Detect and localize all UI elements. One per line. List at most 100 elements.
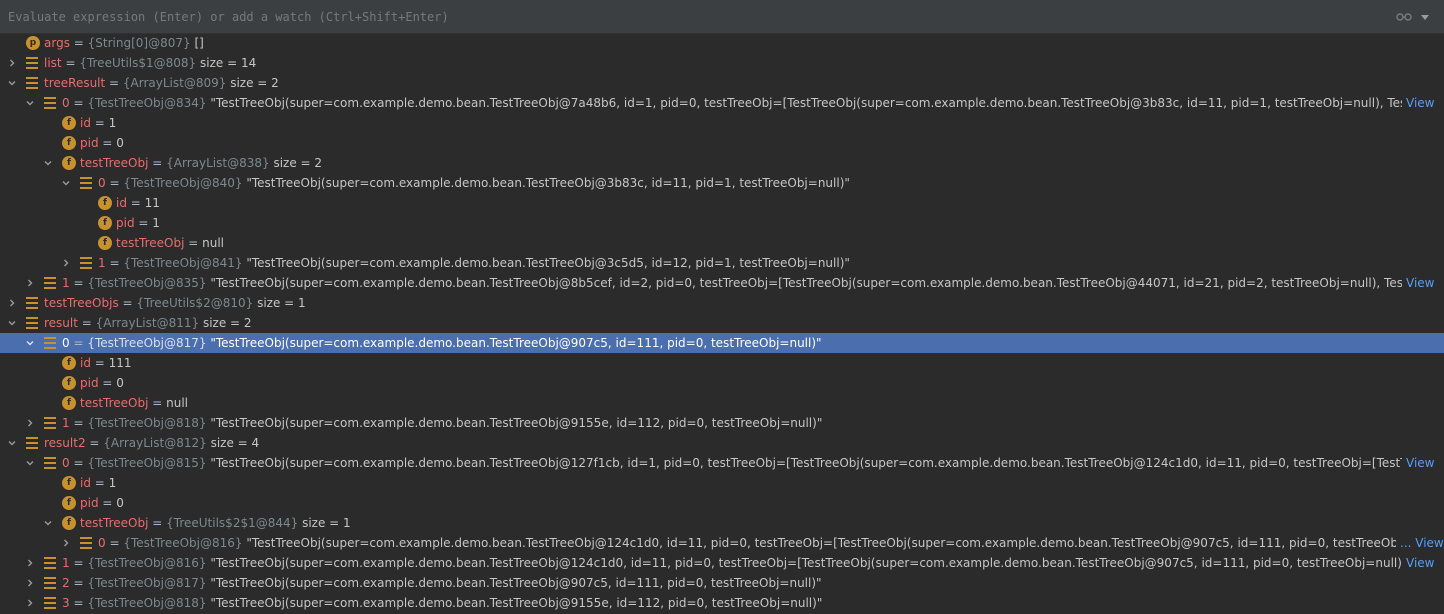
variable-value: 11 bbox=[144, 196, 160, 210]
view-link[interactable]: ... View bbox=[1396, 533, 1444, 553]
variable-row[interactable]: 2 = {TestTreeObj@817} "TestTreeObj(super… bbox=[0, 573, 1444, 593]
chevron-down-icon[interactable] bbox=[23, 333, 37, 353]
variable-text: pid = 1 bbox=[116, 216, 160, 230]
variable-row[interactable]: 1 = {TestTreeObj@841} "TestTreeObj(super… bbox=[0, 253, 1444, 273]
variable-name: pid bbox=[80, 376, 99, 390]
variable-name: args bbox=[44, 36, 70, 50]
variable-value: "TestTreeObj(super=com.example.demo.bean… bbox=[210, 276, 1444, 290]
variable-value: null bbox=[166, 396, 189, 410]
variable-row[interactable]: f testTreeObj = null bbox=[0, 393, 1444, 413]
variable-value: size = 4 bbox=[210, 436, 260, 450]
variable-value: 1 bbox=[152, 216, 160, 230]
variable-name: treeResult bbox=[44, 76, 106, 90]
object-reference: {TestTreeObj@818} bbox=[87, 416, 207, 430]
field-icon: f bbox=[62, 116, 76, 130]
variable-row[interactable]: f testTreeObj = null bbox=[0, 233, 1444, 253]
variable-row[interactable]: 0 = {TestTreeObj@817} "TestTreeObj(super… bbox=[0, 333, 1444, 353]
chevron-down-icon[interactable] bbox=[5, 313, 19, 333]
chevron-right-icon[interactable] bbox=[59, 253, 73, 273]
variable-text: list = {TreeUtils$1@808} size = 14 bbox=[44, 56, 257, 70]
variable-row[interactable]: f id = 1 bbox=[0, 113, 1444, 133]
variable-value: size = 1 bbox=[302, 516, 351, 530]
chevron-right-icon[interactable] bbox=[23, 553, 37, 573]
variable-row[interactable]: 1 = {TestTreeObj@818} "TestTreeObj(super… bbox=[0, 413, 1444, 433]
object-reference: {ArrayList@812} bbox=[103, 436, 207, 450]
variable-text: 3 = {TestTreeObj@818} "TestTreeObj(super… bbox=[62, 596, 823, 610]
variable-text: 0 = {TestTreeObj@834} "TestTreeObj(super… bbox=[62, 93, 1444, 113]
variable-row[interactable]: f pid = 0 bbox=[0, 493, 1444, 513]
parameter-icon: p bbox=[26, 36, 40, 50]
variable-name: 3 bbox=[62, 596, 70, 610]
view-link[interactable]: View bbox=[1402, 93, 1444, 113]
variable-row[interactable]: 0 = {TestTreeObj@840} "TestTreeObj(super… bbox=[0, 173, 1444, 193]
variable-name: list bbox=[44, 56, 62, 70]
object-reference: {TestTreeObj@835} bbox=[87, 276, 207, 290]
variable-name: testTreeObj bbox=[116, 236, 185, 250]
variable-row[interactable]: 0 = {TestTreeObj@816} "TestTreeObj(super… bbox=[0, 533, 1444, 553]
field-icon: f bbox=[98, 196, 112, 210]
variable-row[interactable]: treeResult = {ArrayList@809} size = 2 bbox=[0, 73, 1444, 93]
chevron-right-icon[interactable] bbox=[5, 293, 19, 313]
glasses-icon[interactable] bbox=[1396, 11, 1412, 25]
variable-text: id = 11 bbox=[116, 196, 160, 210]
variable-row[interactable]: result = {ArrayList@811} size = 2 bbox=[0, 313, 1444, 333]
variable-row[interactable]: f pid = 0 bbox=[0, 133, 1444, 153]
object-reference: {TestTreeObj@816} bbox=[123, 536, 243, 550]
chevron-down-icon[interactable] bbox=[5, 433, 19, 453]
list-icon bbox=[80, 257, 92, 269]
variable-text: 2 = {TestTreeObj@817} "TestTreeObj(super… bbox=[62, 576, 822, 590]
chevron-down-icon[interactable] bbox=[59, 173, 73, 193]
variable-row[interactable]: p args = {String[0]@807} [] bbox=[0, 33, 1444, 53]
variable-row[interactable]: 0 = {TestTreeObj@815} "TestTreeObj(super… bbox=[0, 453, 1444, 473]
variable-name: testTreeObj bbox=[80, 516, 149, 530]
view-link[interactable]: View bbox=[1402, 453, 1444, 473]
object-reference: {TreeUtils$1@808} bbox=[79, 56, 197, 70]
chevron-right-icon[interactable] bbox=[5, 53, 19, 73]
expression-input[interactable] bbox=[0, 4, 1438, 30]
chevron-down-icon[interactable] bbox=[5, 73, 19, 93]
chevron-right-icon[interactable] bbox=[23, 593, 37, 613]
variable-name: 0 bbox=[62, 336, 70, 350]
variable-row[interactable]: f pid = 0 bbox=[0, 373, 1444, 393]
variable-value: 0 bbox=[116, 136, 124, 150]
chevron-right-icon[interactable] bbox=[23, 573, 37, 593]
list-icon bbox=[44, 557, 56, 569]
variables-tree: p args = {String[0]@807} [] list = {TreeUt… bbox=[0, 33, 1444, 613]
chevron-right-icon[interactable] bbox=[23, 413, 37, 433]
variable-name: 1 bbox=[62, 556, 70, 570]
variable-row[interactable]: f pid = 1 bbox=[0, 213, 1444, 233]
variable-row[interactable]: list = {TreeUtils$1@808} size = 14 bbox=[0, 53, 1444, 73]
variable-value: 111 bbox=[108, 356, 132, 370]
list-icon bbox=[44, 97, 56, 109]
variable-row[interactable]: f testTreeObj = {ArrayList@838} size = 2 bbox=[0, 153, 1444, 173]
variable-row[interactable]: f id = 11 bbox=[0, 193, 1444, 213]
field-icon: f bbox=[62, 376, 76, 390]
variable-value: 0 bbox=[116, 496, 124, 510]
variable-row[interactable]: f id = 1 bbox=[0, 473, 1444, 493]
variable-name: testTreeObj bbox=[80, 396, 149, 410]
chevron-right-icon[interactable] bbox=[59, 533, 73, 553]
object-reference: {TestTreeObj@840} bbox=[123, 176, 243, 190]
chevron-down-icon[interactable] bbox=[23, 93, 37, 113]
variable-row[interactable]: 1 = {TestTreeObj@816} "TestTreeObj(super… bbox=[0, 553, 1444, 573]
field-icon: f bbox=[62, 136, 76, 150]
variable-row[interactable]: testTreeObjs = {TreeUtils$2@810} size = … bbox=[0, 293, 1444, 313]
dropdown-arrow-icon[interactable] bbox=[1420, 11, 1430, 25]
variable-value: 1 bbox=[108, 476, 117, 490]
variable-row[interactable]: result2 = {ArrayList@812} size = 4 bbox=[0, 433, 1444, 453]
view-link[interactable]: View bbox=[1402, 273, 1444, 293]
field-icon: f bbox=[62, 516, 76, 530]
chevron-down-icon[interactable] bbox=[41, 513, 55, 533]
variable-row[interactable]: 0 = {TestTreeObj@834} "TestTreeObj(super… bbox=[0, 93, 1444, 113]
list-icon bbox=[26, 297, 38, 309]
chevron-right-icon[interactable] bbox=[23, 273, 37, 293]
variable-row[interactable]: f testTreeObj = {TreeUtils$2$1@844} size … bbox=[0, 513, 1444, 533]
variable-row[interactable]: 3 = {TestTreeObj@818} "TestTreeObj(super… bbox=[0, 593, 1444, 613]
variable-row[interactable]: 1 = {TestTreeObj@835} "TestTreeObj(super… bbox=[0, 273, 1444, 293]
chevron-down-icon[interactable] bbox=[23, 453, 37, 473]
list-icon bbox=[44, 337, 56, 349]
variable-row[interactable]: f id = 111 bbox=[0, 353, 1444, 373]
view-link[interactable]: View bbox=[1402, 553, 1444, 573]
chevron-down-icon[interactable] bbox=[41, 153, 55, 173]
variable-value: "TestTreeObj(super=com.example.demo.bean… bbox=[246, 176, 850, 190]
